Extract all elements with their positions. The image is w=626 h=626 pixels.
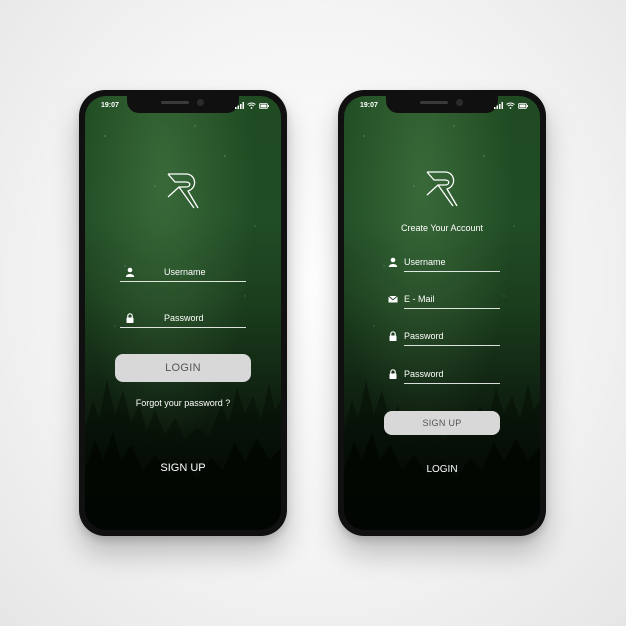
forgot-password-link[interactable]: Forgot your password ? bbox=[85, 398, 281, 408]
signup-screen: 19:07 Create Your Account Username E - M… bbox=[344, 96, 540, 530]
forest-silhouette bbox=[85, 380, 281, 530]
signal-icon bbox=[494, 102, 503, 109]
notch bbox=[386, 96, 498, 113]
status-time: 19:07 bbox=[101, 102, 119, 109]
status-icons bbox=[494, 102, 528, 109]
status-time: 19:07 bbox=[360, 102, 378, 109]
password-underline bbox=[404, 345, 500, 346]
status-icons bbox=[235, 102, 269, 109]
password-label: Password bbox=[404, 331, 444, 341]
email-field[interactable]: E - Mail bbox=[388, 293, 500, 309]
user-icon bbox=[388, 257, 398, 267]
signup-link[interactable]: SIGN UP bbox=[85, 462, 281, 474]
wifi-icon bbox=[506, 102, 515, 109]
password-field[interactable]: Password bbox=[388, 330, 500, 346]
create-account-title: Create Your Account bbox=[400, 223, 484, 233]
notch bbox=[127, 96, 239, 113]
email-label: E - Mail bbox=[404, 294, 435, 304]
login-phone: 19:07 Username Password LOGIN Forgot you… bbox=[79, 90, 287, 536]
speaker-grille bbox=[161, 101, 189, 104]
r-logo-icon bbox=[426, 171, 458, 207]
username-underline bbox=[404, 271, 500, 272]
password-field[interactable]: Password bbox=[120, 312, 246, 328]
confirm-password-underline bbox=[404, 383, 500, 384]
username-underline bbox=[120, 281, 246, 282]
login-screen: 19:07 Username Password LOGIN Forgot you… bbox=[85, 96, 281, 530]
mail-icon bbox=[388, 295, 398, 303]
front-camera bbox=[197, 99, 204, 106]
email-underline bbox=[404, 308, 500, 309]
lock-icon bbox=[389, 369, 397, 379]
battery-icon bbox=[259, 102, 269, 109]
front-camera bbox=[456, 99, 463, 106]
signal-icon bbox=[235, 102, 244, 109]
username-field[interactable]: Username bbox=[388, 256, 500, 272]
r-logo-icon bbox=[167, 173, 199, 209]
password-underline bbox=[120, 327, 246, 328]
speaker-grille bbox=[420, 101, 448, 104]
user-icon bbox=[125, 267, 135, 277]
signup-phone: 19:07 Create Your Account Username E - M… bbox=[338, 90, 546, 536]
password-label: Password bbox=[164, 313, 204, 323]
battery-icon bbox=[518, 102, 528, 109]
lock-icon bbox=[389, 331, 397, 341]
signup-button[interactable]: SIGN UP bbox=[384, 411, 500, 435]
wifi-icon bbox=[247, 102, 256, 109]
login-button[interactable]: LOGIN bbox=[115, 354, 251, 382]
confirm-password-field[interactable]: Password bbox=[388, 368, 500, 384]
username-field[interactable]: Username bbox=[120, 266, 246, 282]
username-label: Username bbox=[164, 267, 206, 277]
login-link[interactable]: LOGIN bbox=[344, 464, 540, 475]
confirm-password-label: Password bbox=[404, 369, 444, 379]
username-label: Username bbox=[404, 257, 446, 267]
lock-icon bbox=[126, 313, 134, 323]
